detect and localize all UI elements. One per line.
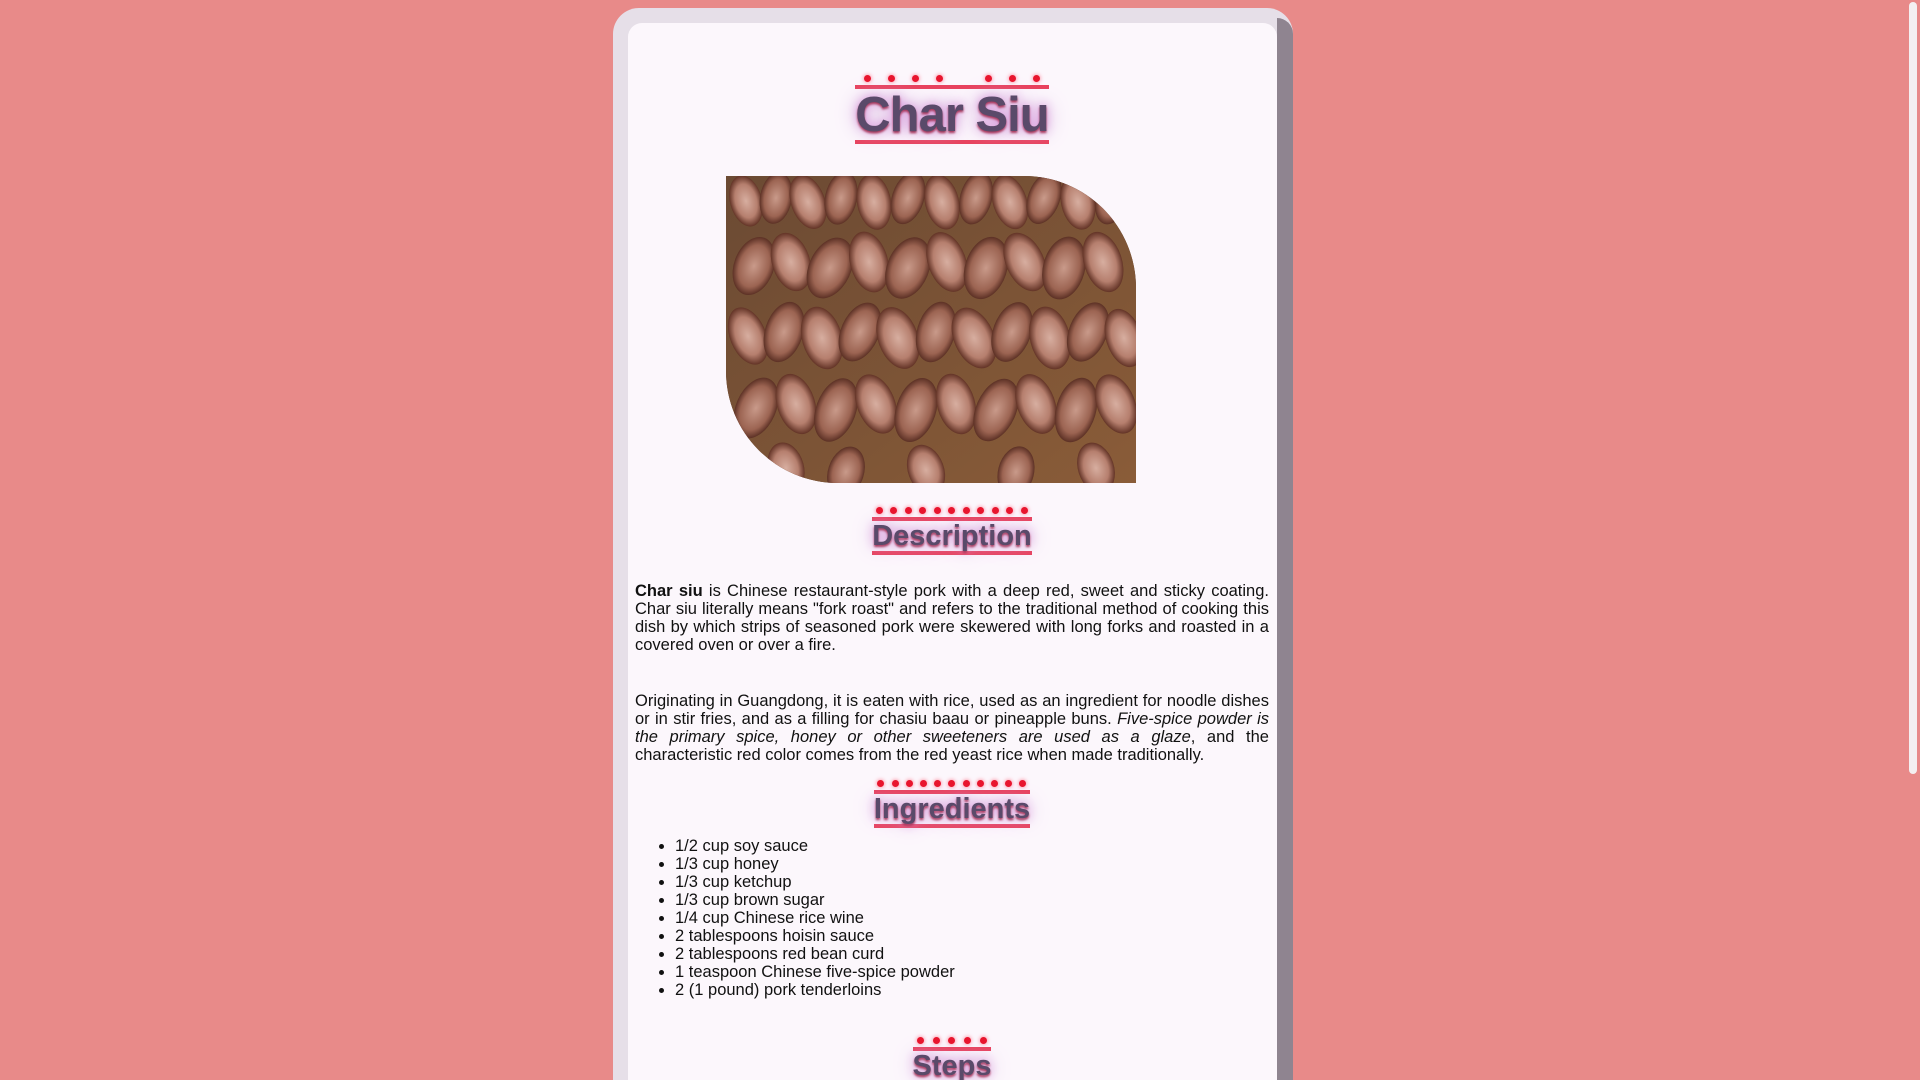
ingredients-heading: Ingredients bbox=[873, 779, 1031, 828]
pork-slices-illustration bbox=[726, 176, 1136, 483]
title-wrap: Char Siu bbox=[635, 74, 1269, 144]
list-item: 1/3 cup brown sugar bbox=[675, 891, 1269, 909]
ingredients-heading-dots bbox=[874, 778, 1030, 788]
recipe-card: Char Siu Description Char siu is Chinese… bbox=[628, 23, 1277, 1080]
list-item: 1/2 cup soy sauce bbox=[675, 837, 1269, 855]
list-item: 1 teaspoon Chinese five-spice powder bbox=[675, 963, 1269, 981]
steps-heading-wrap: Steps bbox=[635, 1036, 1269, 1080]
list-item: 2 (1 pound) pork tenderloins bbox=[675, 981, 1269, 999]
description-heading-wrap: Description bbox=[635, 506, 1269, 555]
description-heading-dots bbox=[872, 505, 1032, 515]
list-item: 1/4 cup Chinese rice wine bbox=[675, 909, 1269, 927]
steps-heading-text: Steps bbox=[912, 1050, 992, 1080]
dish-name-bold: Char siu bbox=[635, 582, 703, 600]
page-title: Char Siu bbox=[855, 74, 1050, 144]
steps-heading-dots bbox=[913, 1035, 992, 1045]
page-scrollbar[interactable] bbox=[1905, 0, 1920, 1080]
description-heading: Description bbox=[872, 506, 1032, 555]
list-item: 2 tablespoons hoisin sauce bbox=[675, 927, 1269, 945]
scrollbar-thumb[interactable] bbox=[1909, 2, 1917, 774]
description-p1-text: is Chinese restaurant-style pork with a … bbox=[635, 582, 1269, 654]
description-paragraph-2: Originating in Guangdong, it is eaten wi… bbox=[635, 692, 1269, 764]
steps-heading: Steps bbox=[912, 1036, 992, 1080]
description-heading-text: Description bbox=[872, 520, 1032, 552]
list-item: 2 tablespoons red bean curd bbox=[675, 945, 1269, 963]
title-dots bbox=[855, 73, 1048, 83]
ingredients-heading-text: Ingredients bbox=[873, 793, 1031, 825]
dish-image bbox=[726, 176, 1136, 483]
list-item: 1/3 cup ketchup bbox=[675, 873, 1269, 891]
ingredients-list: 1/2 cup soy sauce 1/3 cup honey 1/3 cup … bbox=[635, 837, 1269, 999]
page-title-text: Char Siu bbox=[855, 88, 1049, 142]
card-frame-shadow bbox=[1277, 18, 1293, 1080]
ingredients-heading-wrap: Ingredients bbox=[635, 779, 1269, 828]
description-paragraph-1: Char siu is Chinese restaurant-style por… bbox=[635, 582, 1269, 654]
list-item: 1/3 cup honey bbox=[675, 855, 1269, 873]
